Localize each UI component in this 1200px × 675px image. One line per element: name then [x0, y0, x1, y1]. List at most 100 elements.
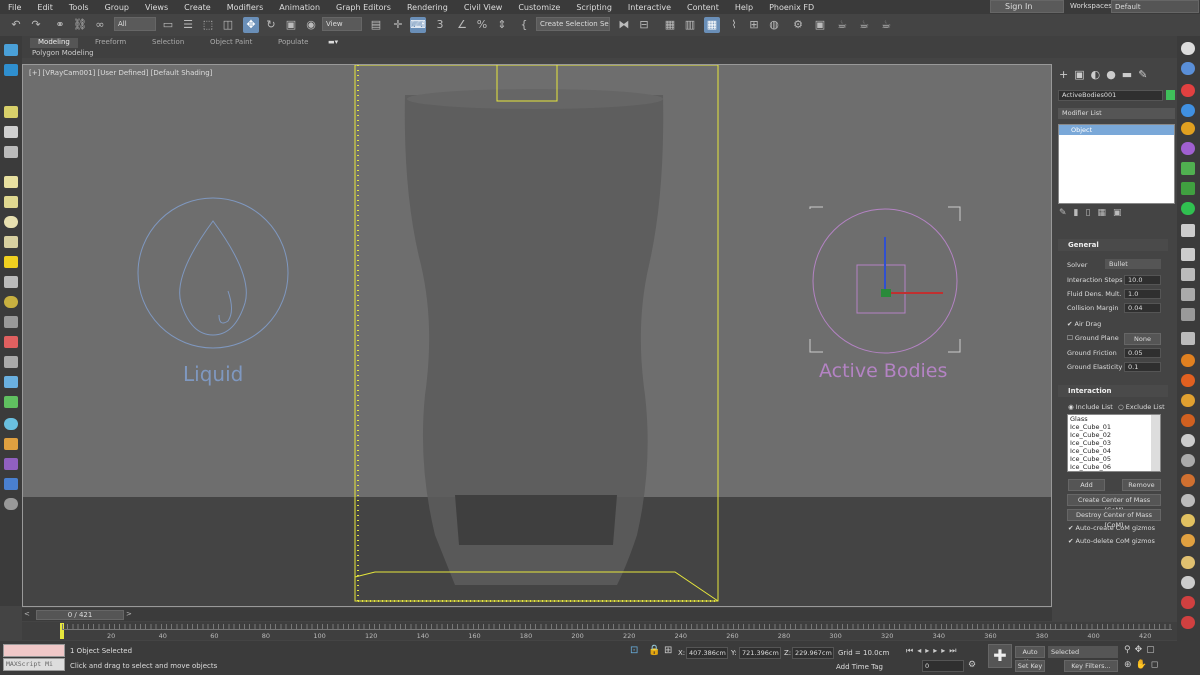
menu-graph-editors[interactable]: Graph Editors — [328, 3, 399, 12]
bind-space-warp-icon[interactable]: ∞ — [92, 17, 108, 33]
reference-coord-dropdown[interactable]: View — [322, 17, 362, 31]
stack-item-object[interactable]: Object — [1059, 125, 1174, 135]
render-iterative-icon[interactable]: ☕ — [856, 17, 872, 33]
remove-button[interactable]: Remove — [1122, 479, 1161, 491]
tab-selection[interactable]: Selection — [152, 38, 184, 48]
interaction-list-item[interactable]: Ice_Cube_05 — [1068, 455, 1160, 463]
menu-scripting[interactable]: Scripting — [568, 3, 620, 12]
material-editor-icon[interactable]: ◍ — [766, 17, 782, 33]
interaction-list-item[interactable]: Ice_Cube_04 — [1068, 447, 1160, 455]
select-rotate-icon[interactable]: ↻ — [263, 17, 279, 33]
prev-frame-icon[interactable]: < — [24, 610, 30, 618]
window-crossing-icon[interactable]: ◫ — [220, 17, 236, 33]
sun-icon[interactable] — [4, 256, 18, 268]
keyboard-shortcut-override-icon[interactable]: ⌨ — [410, 17, 426, 33]
pause-icon[interactable] — [1181, 268, 1195, 281]
render-active-shade-icon[interactable]: ☕ — [878, 17, 894, 33]
camera-icon[interactable] — [4, 126, 18, 138]
ground-plane-checkbox[interactable]: ☐ Ground Plane — [1067, 334, 1119, 342]
time-config-icon[interactable]: ⚙ — [968, 660, 976, 670]
fire2-icon[interactable] — [1181, 374, 1195, 387]
sign-in-button[interactable]: Sign In — [990, 0, 1064, 13]
object-name-field[interactable]: ActiveBodies001 — [1058, 90, 1163, 101]
z-coord-field[interactable]: 229.967cm — [792, 647, 834, 659]
list-scrollbar[interactable] — [1151, 415, 1160, 471]
blue-sphere-icon[interactable] — [1181, 104, 1195, 117]
named-selection-sets-dropdown[interactable]: Create Selection Se — [536, 17, 610, 31]
tab-populate[interactable]: Populate — [278, 38, 308, 48]
vr-render-icon[interactable] — [4, 478, 18, 490]
multi-color-icon[interactable] — [4, 438, 18, 450]
set-key-big-icon[interactable]: ✚ — [988, 644, 1012, 668]
red3-icon[interactable] — [1181, 616, 1195, 629]
tab-object-paint[interactable]: Object Paint — [210, 38, 252, 48]
undo-icon[interactable]: ↶ — [8, 17, 24, 33]
interaction-list-item[interactable]: Ice_Cube_01 — [1068, 423, 1160, 431]
fluid-dens-field[interactable]: 1.0 — [1124, 289, 1161, 299]
container-icon[interactable] — [4, 64, 18, 76]
menu-file[interactable]: File — [0, 3, 29, 12]
glass-icon[interactable] — [1181, 514, 1195, 527]
torus-icon[interactable] — [4, 296, 18, 308]
select-scale-icon[interactable]: ▣ — [283, 17, 299, 33]
add-button[interactable]: Add — [1068, 479, 1105, 491]
menu-create[interactable]: Create — [176, 3, 219, 12]
exclude-list-radio[interactable]: ○ Exclude List — [1118, 403, 1165, 411]
gear2-icon[interactable] — [1181, 454, 1195, 467]
menu-phoenix-fd[interactable]: Phoenix FD — [761, 3, 822, 12]
auto-create-com-checkbox[interactable]: ✔ Auto-create CoM gizmos — [1068, 524, 1155, 532]
pivot-center-icon[interactable]: ▤ — [368, 17, 384, 33]
menu-civil-view[interactable]: Civil View — [456, 3, 511, 12]
redo-icon[interactable]: ↷ — [28, 17, 44, 33]
solver-dropdown[interactable]: Bullet — [1105, 259, 1161, 269]
time-slider[interactable]: 0 / 421 — [36, 610, 124, 620]
stack-tools[interactable]: ✎▮▯▦▣ — [1059, 208, 1128, 218]
y-coord-field[interactable]: 721.396cm — [739, 647, 781, 659]
air-drag-checkbox[interactable]: ✔ Air Drag — [1067, 320, 1101, 328]
menu-tools[interactable]: Tools — [61, 3, 97, 12]
menu-content[interactable]: Content — [679, 3, 727, 12]
green-box-icon[interactable] — [1181, 182, 1195, 195]
x-coord-field[interactable]: 407.386cm — [686, 647, 728, 659]
lock-icon[interactable]: 🔒 — [648, 645, 660, 656]
select-manipulate-icon[interactable]: ✛ — [390, 17, 406, 33]
select-by-name-icon[interactable]: ☰ — [180, 17, 196, 33]
next-frame-icon[interactable]: > — [126, 610, 132, 618]
rect-selection-icon[interactable]: ⬚ — [200, 17, 216, 33]
cylinder-icon[interactable] — [4, 196, 18, 208]
gray-square-icon[interactable] — [1181, 224, 1195, 237]
add-time-tag[interactable]: Add Time Tag — [836, 663, 883, 671]
workspace-dropdown[interactable]: Default — [1111, 0, 1199, 13]
bucket-icon[interactable] — [1181, 556, 1195, 569]
current-frame-field[interactable]: 0 — [922, 660, 964, 672]
select-object-icon[interactable]: ▭ — [160, 17, 176, 33]
modifier-stack[interactable]: Object — [1058, 124, 1175, 204]
include-list-radio[interactable]: ◉ Include List — [1068, 403, 1113, 411]
create-icon[interactable] — [4, 44, 18, 56]
settings-icon[interactable] — [4, 498, 18, 510]
general-rollout-title[interactable]: General — [1058, 239, 1168, 251]
isolate-icon[interactable]: ⊡ — [630, 645, 638, 656]
render-production-icon[interactable]: ☕ — [834, 17, 850, 33]
schematic-view-icon[interactable]: ⊞ — [746, 17, 762, 33]
red-sphere-icon[interactable] — [1181, 84, 1195, 97]
placement-icon[interactable]: ◉ — [303, 17, 319, 33]
viewport[interactable]: [+] [VRayCam001] [User Defined] [Default… — [22, 64, 1052, 607]
menu-rendering[interactable]: Rendering — [399, 3, 456, 12]
viewport-cube-icon[interactable] — [1181, 42, 1195, 55]
destroy-com-button[interactable]: Destroy Center of Mass (CoM) — [1067, 509, 1161, 529]
planet-icon[interactable] — [1181, 62, 1195, 75]
play-icon[interactable] — [1181, 248, 1195, 261]
spinner-snap-icon[interactable]: ⇕ — [494, 17, 510, 33]
create-com-button[interactable]: Create Center of Mass (CoM) — [1067, 494, 1161, 514]
interaction-steps-field[interactable]: 10.0 — [1124, 275, 1161, 285]
fire3-icon[interactable] — [1181, 394, 1195, 407]
command-panel-tabs[interactable]: +▣◐●▬✎ — [1059, 68, 1153, 81]
ground-elasticity-field[interactable]: 0.1 — [1124, 362, 1161, 372]
modifier-list-dropdown[interactable]: Modifier List — [1058, 108, 1175, 119]
paint-icon[interactable] — [4, 336, 18, 348]
playback-controls[interactable]: ⏮◂▸▸▸⏭ — [906, 646, 960, 656]
interaction-list-item[interactable]: Ice_Cube_02 — [1068, 431, 1160, 439]
curve-editor-icon[interactable]: ⌇ — [726, 17, 742, 33]
red2-icon[interactable] — [1181, 596, 1195, 609]
